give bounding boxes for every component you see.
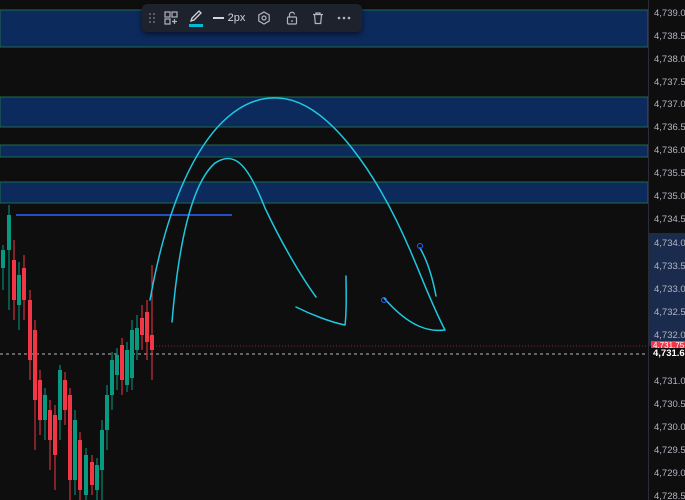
price-tick: 4,733.00 [654,284,685,295]
price-tick: 4,739.00 [654,8,685,19]
pencil-color-button[interactable] [183,4,209,32]
candle-body [73,420,77,480]
candlesticks [1,205,154,500]
pencil-color-swatch [189,24,203,27]
candle-body [12,260,16,300]
line-width-icon [212,17,224,19]
candle-body [53,415,57,455]
candle-body [115,355,119,375]
candle-body [68,395,72,480]
price-tick: 4,735.00 [654,191,685,202]
drawing-tail[interactable] [419,247,437,297]
add-template-icon[interactable] [159,4,183,32]
pencil-icon [189,10,202,23]
price-tick: 4,734.00 [654,238,685,249]
line-width-label: 2px [227,12,246,24]
current-price-label: 4,731.62 [651,348,685,360]
candle-body [84,455,88,495]
drawing-toolbar[interactable]: 2px [142,4,362,32]
price-tick: 4,731.00 [654,376,685,387]
price-tick: 4,737.50 [654,77,685,88]
candle-body [78,440,82,490]
line-width-button[interactable]: 2px [209,4,249,32]
drawing-outer-arc[interactable] [149,97,446,332]
zone-rect-upper[interactable] [0,96,648,128]
zone-rect-middle[interactable] [0,144,648,158]
price-tick: 4,732.50 [654,307,685,318]
candle-body [38,380,42,420]
more-icon[interactable] [331,4,357,32]
price-tick: 4,734.50 [654,214,685,225]
candle-body [90,462,94,485]
price-tick: 4,733.50 [654,261,685,272]
chart-canvas[interactable] [0,0,648,500]
candle-body [58,370,62,420]
price-tick: 4,729.50 [654,445,685,456]
freehand-drawings[interactable] [149,97,446,332]
candle-body [63,380,67,410]
candle-body [130,330,134,378]
candle-body [145,312,149,342]
price-tick: 4,730.50 [654,399,685,410]
candle-body [48,410,52,440]
candle-body [28,300,32,360]
price-tick: 4,736.50 [654,122,685,133]
drawing-arrow-stroke[interactable] [295,275,347,326]
candle-body [17,275,21,305]
price-tick: 4,737.00 [654,99,685,110]
settings-icon[interactable] [249,4,279,32]
price-tick: 4,735.50 [654,168,685,179]
trash-icon[interactable] [305,4,331,32]
drag-handle-icon[interactable] [145,4,159,32]
chart-pane[interactable]: 2px [0,0,648,500]
unlock-icon[interactable] [279,4,305,32]
candle-body [125,350,129,385]
candle-body [150,335,154,350]
price-tick: 4,730.00 [654,422,685,433]
candle-body [95,465,99,490]
price-axis[interactable]: 4,739.00 4,738.50 4,738.00 4,737.50 4,737.00… [648,0,685,500]
price-tick: 4,736.00 [654,145,685,156]
candle-body [120,345,124,380]
candle-body [110,360,114,395]
candle-body [43,395,47,420]
candle-body [105,395,109,430]
zone-rect-lower[interactable] [0,181,648,204]
zone-rectangles[interactable] [0,9,648,204]
candle-body [7,215,11,250]
candle-body [135,328,139,350]
price-tick: 4,729.00 [654,468,685,479]
price-tick: 4,738.00 [654,54,685,65]
candle-body [33,330,37,400]
candle-body [140,318,144,335]
candle-body [22,268,26,300]
candle-body [100,430,104,470]
price-tick: 4,728.50 [654,491,685,500]
price-tick: 4,738.50 [654,31,685,42]
candle-body [1,250,5,268]
